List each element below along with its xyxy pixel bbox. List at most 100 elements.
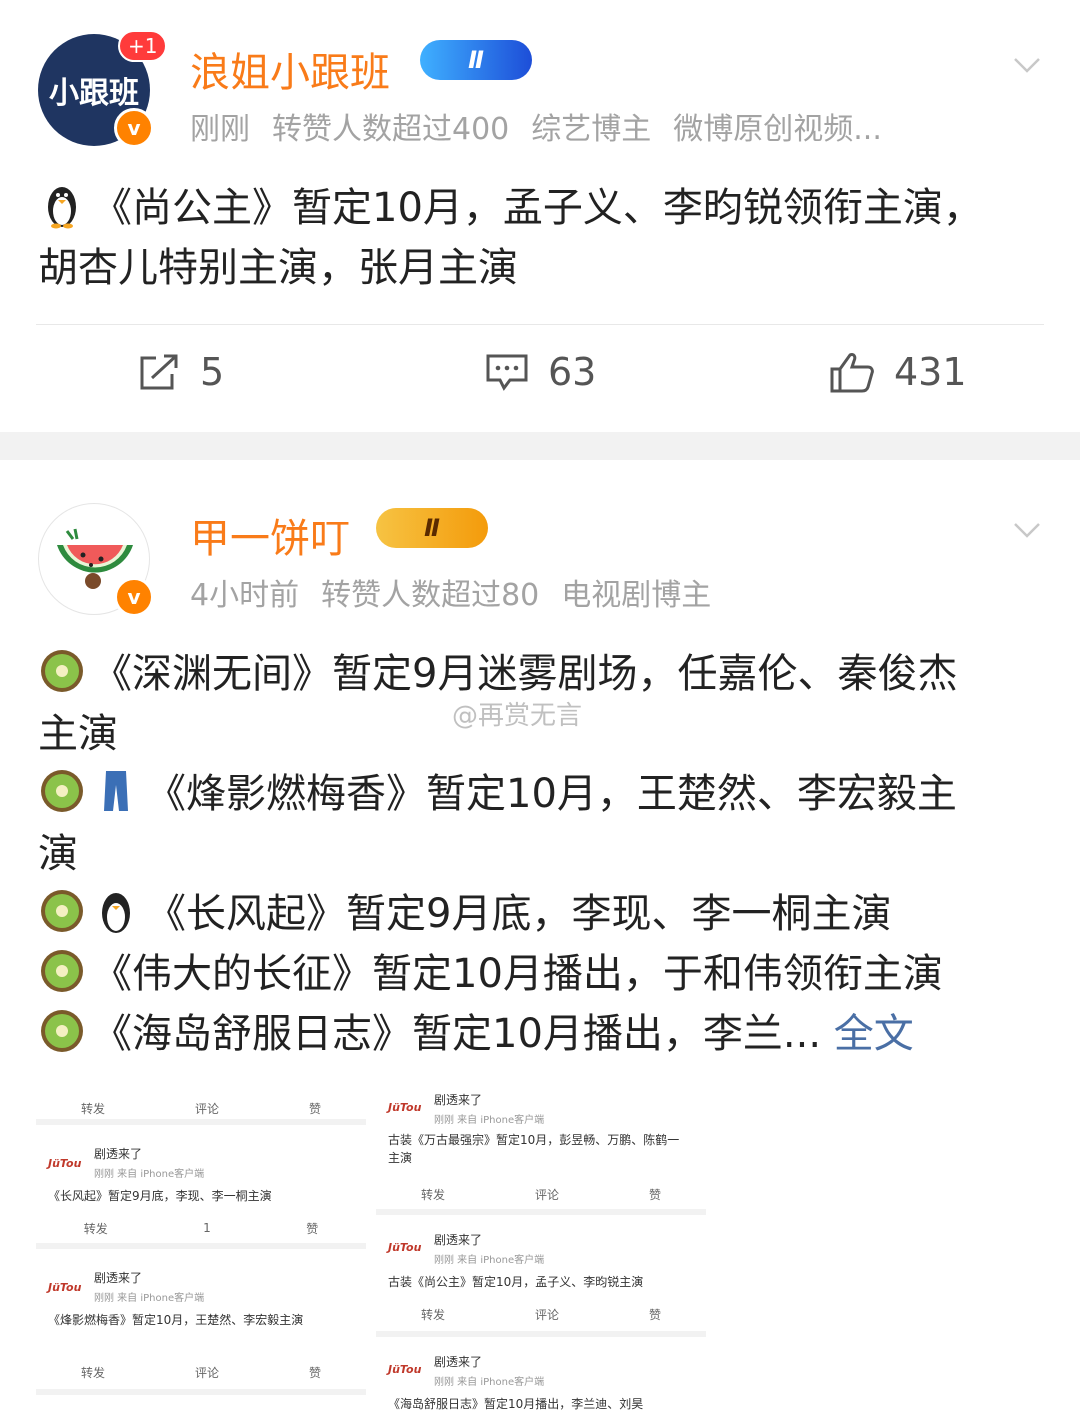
verified-icon: v bbox=[114, 108, 154, 148]
like-icon bbox=[830, 353, 874, 393]
penguin-icon bbox=[38, 181, 86, 229]
kiwi-icon bbox=[38, 1007, 86, 1055]
thumb-comment: 评论 bbox=[534, 1187, 559, 1202]
text-line-content: 《伟大的长征》暂定10月播出，于和伟领衔主演 bbox=[92, 951, 943, 997]
thumb-text: 《海岛舒服日志》暂定10月播出，李兰迪、刘昊 bbox=[388, 1397, 644, 1411]
post-meta: 刚刚 转赞人数超过400 综艺博主 微博原创视频... bbox=[190, 104, 904, 148]
source-tag: 微博原创视频... bbox=[673, 112, 882, 147]
like-button[interactable]: 431 bbox=[828, 350, 967, 394]
repost-button[interactable]: 5 bbox=[136, 350, 224, 394]
thumb-comment: 评论 bbox=[194, 1365, 219, 1380]
text-line: 《长风起》暂定9月底，李现、李一桐主演 bbox=[38, 884, 1048, 944]
text-line-content: 《海岛舒服日志》暂定10月播出，李兰... bbox=[92, 1011, 822, 1057]
thumb-sub: 刚刚 来自 iPhone客户端 bbox=[94, 1293, 205, 1304]
thumb-name: 剧透来了 bbox=[434, 1355, 483, 1369]
text-line: 《伟大的长征》暂定10月播出，于和伟领衔主演 bbox=[38, 944, 1048, 1004]
repost-stat: 转赞人数超过400 bbox=[272, 112, 510, 147]
comment-icon bbox=[486, 354, 528, 391]
thumb-text: 《烽影燃梅香》暂定10月，王楚然、李宏毅主演 bbox=[48, 1313, 304, 1327]
kiwi-icon bbox=[38, 887, 86, 935]
thumb-sub: 刚刚 来自 iPhone客户端 bbox=[434, 1115, 545, 1126]
thumb-text: 古装《万古最强宗》暂定10月，彭昱畅、万鹏、陈鹤一主演 bbox=[388, 1133, 680, 1165]
repost-stat: 转赞人数超过80 bbox=[321, 578, 540, 613]
thumb-text: 《长风起》暂定9月底，李现、李一桐主演 bbox=[48, 1189, 272, 1203]
thumb-card: JüTou 剧透来了 刚刚 来自 iPhone客户端 《烽影燃梅香》暂定10月，… bbox=[36, 1255, 366, 1395]
thumb-logo: JüTou bbox=[388, 1241, 422, 1254]
thumb-repost: 转发 bbox=[420, 1307, 445, 1322]
watermark: @再赏无言 bbox=[452, 701, 583, 731]
thumb-comment: 评论 bbox=[194, 1101, 219, 1116]
thumb-name: 剧透来了 bbox=[94, 1271, 143, 1285]
thumb-text: 古装《尚公主》暂定10月，孟子义、李昀锐主演 bbox=[388, 1275, 644, 1289]
thumb-name: 剧透来了 bbox=[94, 1147, 143, 1161]
repost-count: 5 bbox=[200, 350, 225, 394]
thumb-name: 剧透来了 bbox=[434, 1233, 483, 1247]
vip-badge-icon[interactable]: Ⅱ bbox=[420, 40, 532, 80]
full-text-link[interactable]: 全文 bbox=[834, 1011, 914, 1057]
thumb-logo: JüTou bbox=[388, 1101, 422, 1114]
chevron-down-icon[interactable] bbox=[1012, 515, 1042, 545]
thumb-card: JüTou 剧透来了 刚刚 来自 iPhone客户端 古装《万古最强宗》暂定10… bbox=[376, 1085, 706, 1215]
thumb-action-bar: 转发 评论 赞 bbox=[36, 1093, 366, 1123]
post-time: 4小时前 bbox=[190, 578, 300, 613]
avatar[interactable]: 小跟班 +1 v bbox=[38, 30, 168, 148]
thumb-repost: 转发 bbox=[80, 1365, 105, 1380]
blogger-tag: 综艺博主 bbox=[531, 112, 652, 147]
verified-icon: v bbox=[114, 577, 154, 617]
thumb-action-bar: 转发 1 赞 bbox=[36, 1213, 366, 1243]
thumb-like: 赞 bbox=[308, 1101, 321, 1116]
text-line-content: 《尚公主》暂定10月，孟子义、李昀锐领衔主演， bbox=[92, 185, 983, 231]
username[interactable]: 浪姐小跟班 bbox=[190, 40, 390, 98]
username[interactable]: 甲一饼叮 bbox=[190, 506, 350, 564]
thumb-like: 赞 bbox=[306, 1221, 319, 1236]
like-count: 431 bbox=[894, 350, 967, 394]
thumb-repost: 转发 bbox=[83, 1221, 108, 1236]
thumb-card: JüTou 剧透来了 刚刚 来自 iPhone客户端 古装《尚公主》暂定10月，… bbox=[376, 1221, 706, 1337]
text-line-content: 胡杏儿特别主演，张月主演 bbox=[38, 245, 518, 291]
divider bbox=[36, 324, 1044, 325]
thumb-like: 赞 bbox=[648, 1307, 661, 1322]
kiwi-icon bbox=[38, 647, 86, 695]
text-line-content: 《烽影燃梅香》暂定10月，王楚然、李宏毅主 bbox=[146, 771, 957, 817]
image-grid[interactable]: 转发 评论赞 JüTou 剧透来了 刚刚 来自 iPhone客户端 《长风起》暂定… bbox=[36, 1085, 706, 1422]
thumb-card: 转发 评论 赞 bbox=[36, 1085, 366, 1125]
thumb-action-bar: 转发 评论 赞 bbox=[376, 1299, 706, 1329]
thumb-action-bar: 转发 评论 赞 bbox=[376, 1179, 706, 1209]
post-meta: 4小时前 转赞人数超过80 电视剧博主 bbox=[190, 570, 733, 614]
thumb-action-bar: 转发 评论 赞 bbox=[36, 1357, 366, 1387]
kiwi-icon bbox=[38, 767, 86, 815]
thumb-sub: 刚刚 来自 iPhone客户端 bbox=[434, 1255, 545, 1266]
post-card-1: 小跟班 +1 v 浪姐小跟班 Ⅱ 刚刚 转赞人数超过400 综艺博主 微博原创视频..… bbox=[0, 0, 1080, 432]
thumb-sub: 刚刚 来自 iPhone客户端 bbox=[94, 1169, 205, 1180]
notification-badge: +1 bbox=[118, 30, 168, 62]
thumb-logo: JüTou bbox=[48, 1281, 82, 1294]
thumb-name: 剧透来了 bbox=[434, 1093, 483, 1107]
text-line-content: 《深渊无间》暂定9月迷雾剧场，任嘉伦、秦俊杰 bbox=[92, 651, 958, 697]
thumb-like: 赞 bbox=[648, 1187, 661, 1202]
thumb-comment: 评论 bbox=[534, 1307, 559, 1322]
thumb-like: 赞 bbox=[308, 1365, 321, 1380]
thumb-repost: 转发 bbox=[80, 1101, 105, 1116]
text-line: 《烽影燃梅香》暂定10月，王楚然、李宏毅主 bbox=[38, 764, 1048, 824]
thumb-card: JüTou 剧透来了 刚刚 来自 iPhone客户端 《海岛舒服日志》暂定10月… bbox=[376, 1343, 706, 1422]
comment-button[interactable]: 63 bbox=[484, 350, 596, 394]
text-line: 《海岛舒服日志》暂定10月播出，李兰... 全文 bbox=[38, 1004, 1048, 1064]
avatar[interactable]: v bbox=[38, 503, 154, 617]
post-text: 《尚公主》暂定10月，孟子义、李昀锐领衔主演， 胡杏儿特别主演，张月主演 bbox=[38, 178, 1048, 298]
thumb-comment: 1 bbox=[203, 1221, 211, 1235]
thumb-logo: JüTou bbox=[388, 1363, 422, 1376]
text-line-content: 演 bbox=[38, 831, 78, 877]
comment-count: 63 bbox=[548, 350, 597, 394]
vip-crown-badge-icon[interactable]: Ⅱ bbox=[376, 508, 488, 548]
text-line-content: 《长风起》暂定9月底，李现、李一桐主演 bbox=[146, 891, 892, 937]
thumb-sub: 刚刚 来自 iPhone客户端 bbox=[434, 1377, 545, 1388]
chevron-down-icon[interactable] bbox=[1012, 50, 1042, 80]
blogger-tag: 电视剧博主 bbox=[561, 578, 712, 613]
post-time: 刚刚 bbox=[190, 112, 250, 147]
thumb-repost: 转发 bbox=[420, 1187, 445, 1202]
text-line: 《尚公主》暂定10月，孟子义、李昀锐领衔主演， bbox=[38, 178, 1048, 238]
penguin-icon bbox=[92, 887, 140, 935]
jeans-icon bbox=[92, 767, 140, 815]
thumb-card: JüTou 剧透来了 刚刚 来自 iPhone客户端 《长风起》暂定9月底，李现… bbox=[36, 1131, 366, 1249]
kiwi-icon bbox=[38, 947, 86, 995]
